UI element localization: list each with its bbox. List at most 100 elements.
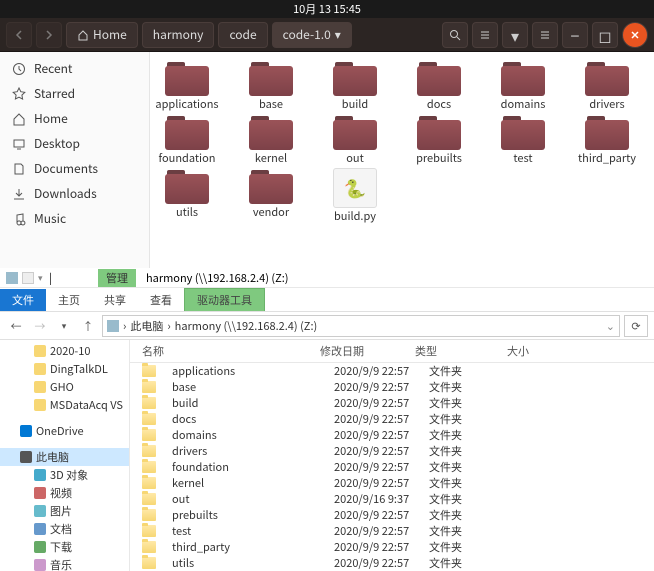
folder-build[interactable]: build <box>322 60 388 112</box>
nav-recent-button[interactable]: ▾ <box>54 316 74 336</box>
tree-item-GHO[interactable]: GHO <box>0 378 129 396</box>
view-dropdown-button[interactable]: ▾ <box>502 22 528 48</box>
ribbon-drive-tools[interactable]: 驱动器工具 <box>184 288 265 311</box>
folder-third_party[interactable]: third_party <box>574 114 640 166</box>
list-row[interactable]: base2020/9/9 22:57文件夹 <box>130 379 654 395</box>
path-seg-3[interactable]: code-1.0 ▾ <box>272 22 352 48</box>
folder-out[interactable]: out <box>322 114 388 166</box>
folder-drivers[interactable]: drivers <box>574 60 640 112</box>
list-row[interactable]: prebuilts2020/9/9 22:57文件夹 <box>130 507 654 523</box>
sidebar-item-downloads[interactable]: Downloads <box>0 181 149 206</box>
list-row[interactable]: out2020/9/16 9:37文件夹 <box>130 491 654 507</box>
list-row[interactable]: utils2020/9/9 22:57文件夹 <box>130 555 654 571</box>
sidebar-item-starred[interactable]: Starred <box>0 81 149 106</box>
list-row[interactable]: build2020/9/9 22:57文件夹 <box>130 395 654 411</box>
minimize-button[interactable]: − <box>562 22 588 48</box>
col-date[interactable]: 修改日期 <box>320 343 415 359</box>
folder-applications[interactable]: applications <box>154 60 220 112</box>
list-row[interactable]: kernel2020/9/9 22:57文件夹 <box>130 475 654 491</box>
folder-icon <box>34 363 46 375</box>
folder-icon <box>333 60 377 96</box>
sidebar-label: Home <box>34 110 68 127</box>
address-input[interactable]: › 此电脑 › harmony (\\192.168.2.4) (Z:) ⌄ <box>102 315 620 337</box>
ribbon-home[interactable]: 主页 <box>46 289 92 311</box>
search-button[interactable] <box>442 22 468 48</box>
tree-item-此电脑[interactable]: 此电脑 <box>0 448 129 466</box>
folder-test[interactable]: test <box>490 114 556 166</box>
explorer-sidebar: 2020-10DingTalkDLGHOMSDataAcq VS OneDrive… <box>0 340 130 571</box>
folder-label: test <box>513 150 532 166</box>
nav-up-button[interactable]: ↑ <box>78 316 98 336</box>
ribbon-share[interactable]: 共享 <box>92 289 138 311</box>
tree-item-DingTalkDL[interactable]: DingTalkDL <box>0 360 129 378</box>
window-title: harmony (\\192.168.2.4) (Z:) <box>146 270 289 286</box>
list-row[interactable]: test2020/9/9 22:57文件夹 <box>130 523 654 539</box>
folder-kernel[interactable]: kernel <box>238 114 304 166</box>
sidebar-item-music[interactable]: Music <box>0 206 149 231</box>
addr-dropdown-icon[interactable]: ⌄ <box>606 318 615 334</box>
path-seg-1[interactable]: harmony <box>142 22 215 48</box>
sidebar-item-recent[interactable]: Recent <box>0 56 149 81</box>
view-list-button[interactable] <box>472 22 498 48</box>
cell-type: 文件夹 <box>429 555 521 571</box>
folder-icon <box>249 114 293 150</box>
tree-label: MSDataAcq VS <box>50 397 123 413</box>
list-row[interactable]: docs2020/9/9 22:57文件夹 <box>130 411 654 427</box>
cell-type: 文件夹 <box>429 427 521 443</box>
folder-docs[interactable]: docs <box>406 60 472 112</box>
python-icon: 🐍 <box>333 168 377 208</box>
sidebar-label: Desktop <box>34 135 80 152</box>
cell-type: 文件夹 <box>429 363 521 379</box>
manage-tab[interactable]: 管理 <box>98 269 136 287</box>
back-button[interactable] <box>6 22 32 48</box>
tree-item-文档[interactable]: 文档 <box>0 520 129 538</box>
sidebar-item-desktop[interactable]: Desktop <box>0 131 149 156</box>
folder-domains[interactable]: domains <box>490 60 556 112</box>
maximize-button[interactable]: ◻ <box>592 22 618 48</box>
col-size[interactable]: 大小 <box>507 343 567 359</box>
folder-base[interactable]: base <box>238 60 304 112</box>
folder-label: third_party <box>578 150 636 166</box>
tree-item-视频[interactable]: 视频 <box>0 484 129 502</box>
tree-item-图片[interactable]: 图片 <box>0 502 129 520</box>
folder-foundation[interactable]: foundation <box>154 114 220 166</box>
path-home[interactable]: Home <box>66 22 138 48</box>
folder-icon <box>142 397 156 409</box>
list-row[interactable]: domains2020/9/9 22:57文件夹 <box>130 427 654 443</box>
tree-item-音乐[interactable]: 音乐 <box>0 556 129 571</box>
list-row[interactable]: third_party2020/9/9 22:57文件夹 <box>130 539 654 555</box>
crumb-root[interactable]: 此电脑 <box>130 318 163 334</box>
folder-utils[interactable]: utils <box>154 168 220 224</box>
sidebar-item-documents[interactable]: Documents <box>0 156 149 181</box>
nav-forward-button[interactable]: → <box>30 316 50 336</box>
cell-type: 文件夹 <box>429 411 521 427</box>
explorer-list: 名称 修改日期 类型 大小 applications2020/9/9 22:57… <box>130 340 654 571</box>
list-row[interactable]: foundation2020/9/9 22:57文件夹 <box>130 459 654 475</box>
tree-item-MSDataAcq VS[interactable]: MSDataAcq VS <box>0 396 129 414</box>
list-row[interactable]: drivers2020/9/9 22:57文件夹 <box>130 443 654 459</box>
file-build.py[interactable]: 🐍build.py <box>322 168 388 224</box>
ribbon-file[interactable]: 文件 <box>0 289 46 311</box>
crumb-loc[interactable]: harmony (\\192.168.2.4) (Z:) <box>175 318 318 334</box>
path-seg-2[interactable]: code <box>218 22 267 48</box>
cell-date: 2020/9/9 22:57 <box>334 395 429 411</box>
tree-item-3D 对象[interactable]: 3D 对象 <box>0 466 129 484</box>
refresh-button[interactable]: ⟳ <box>624 315 648 337</box>
cell-date: 2020/9/9 22:57 <box>334 555 429 571</box>
folder-vendor[interactable]: vendor <box>238 168 304 224</box>
forward-button[interactable] <box>36 22 62 48</box>
tree-item-下载[interactable]: 下载 <box>0 538 129 556</box>
hamburger-button[interactable] <box>532 22 558 48</box>
folder-icon <box>142 541 156 553</box>
col-type[interactable]: 类型 <box>415 343 507 359</box>
list-row[interactable]: applications2020/9/9 22:57文件夹 <box>130 363 654 379</box>
nav-back-button[interactable]: ← <box>6 316 26 336</box>
sidebar-item-home[interactable]: Home <box>0 106 149 131</box>
qat-dropdown-icon[interactable]: ▾ <box>38 271 43 284</box>
tree-item-OneDrive[interactable]: OneDrive <box>0 422 129 440</box>
tree-item-2020-10[interactable]: 2020-10 <box>0 342 129 360</box>
ribbon-view[interactable]: 查看 <box>138 289 184 311</box>
close-button[interactable] <box>622 22 648 48</box>
col-name[interactable]: 名称 <box>130 343 320 359</box>
folder-prebuilts[interactable]: prebuilts <box>406 114 472 166</box>
